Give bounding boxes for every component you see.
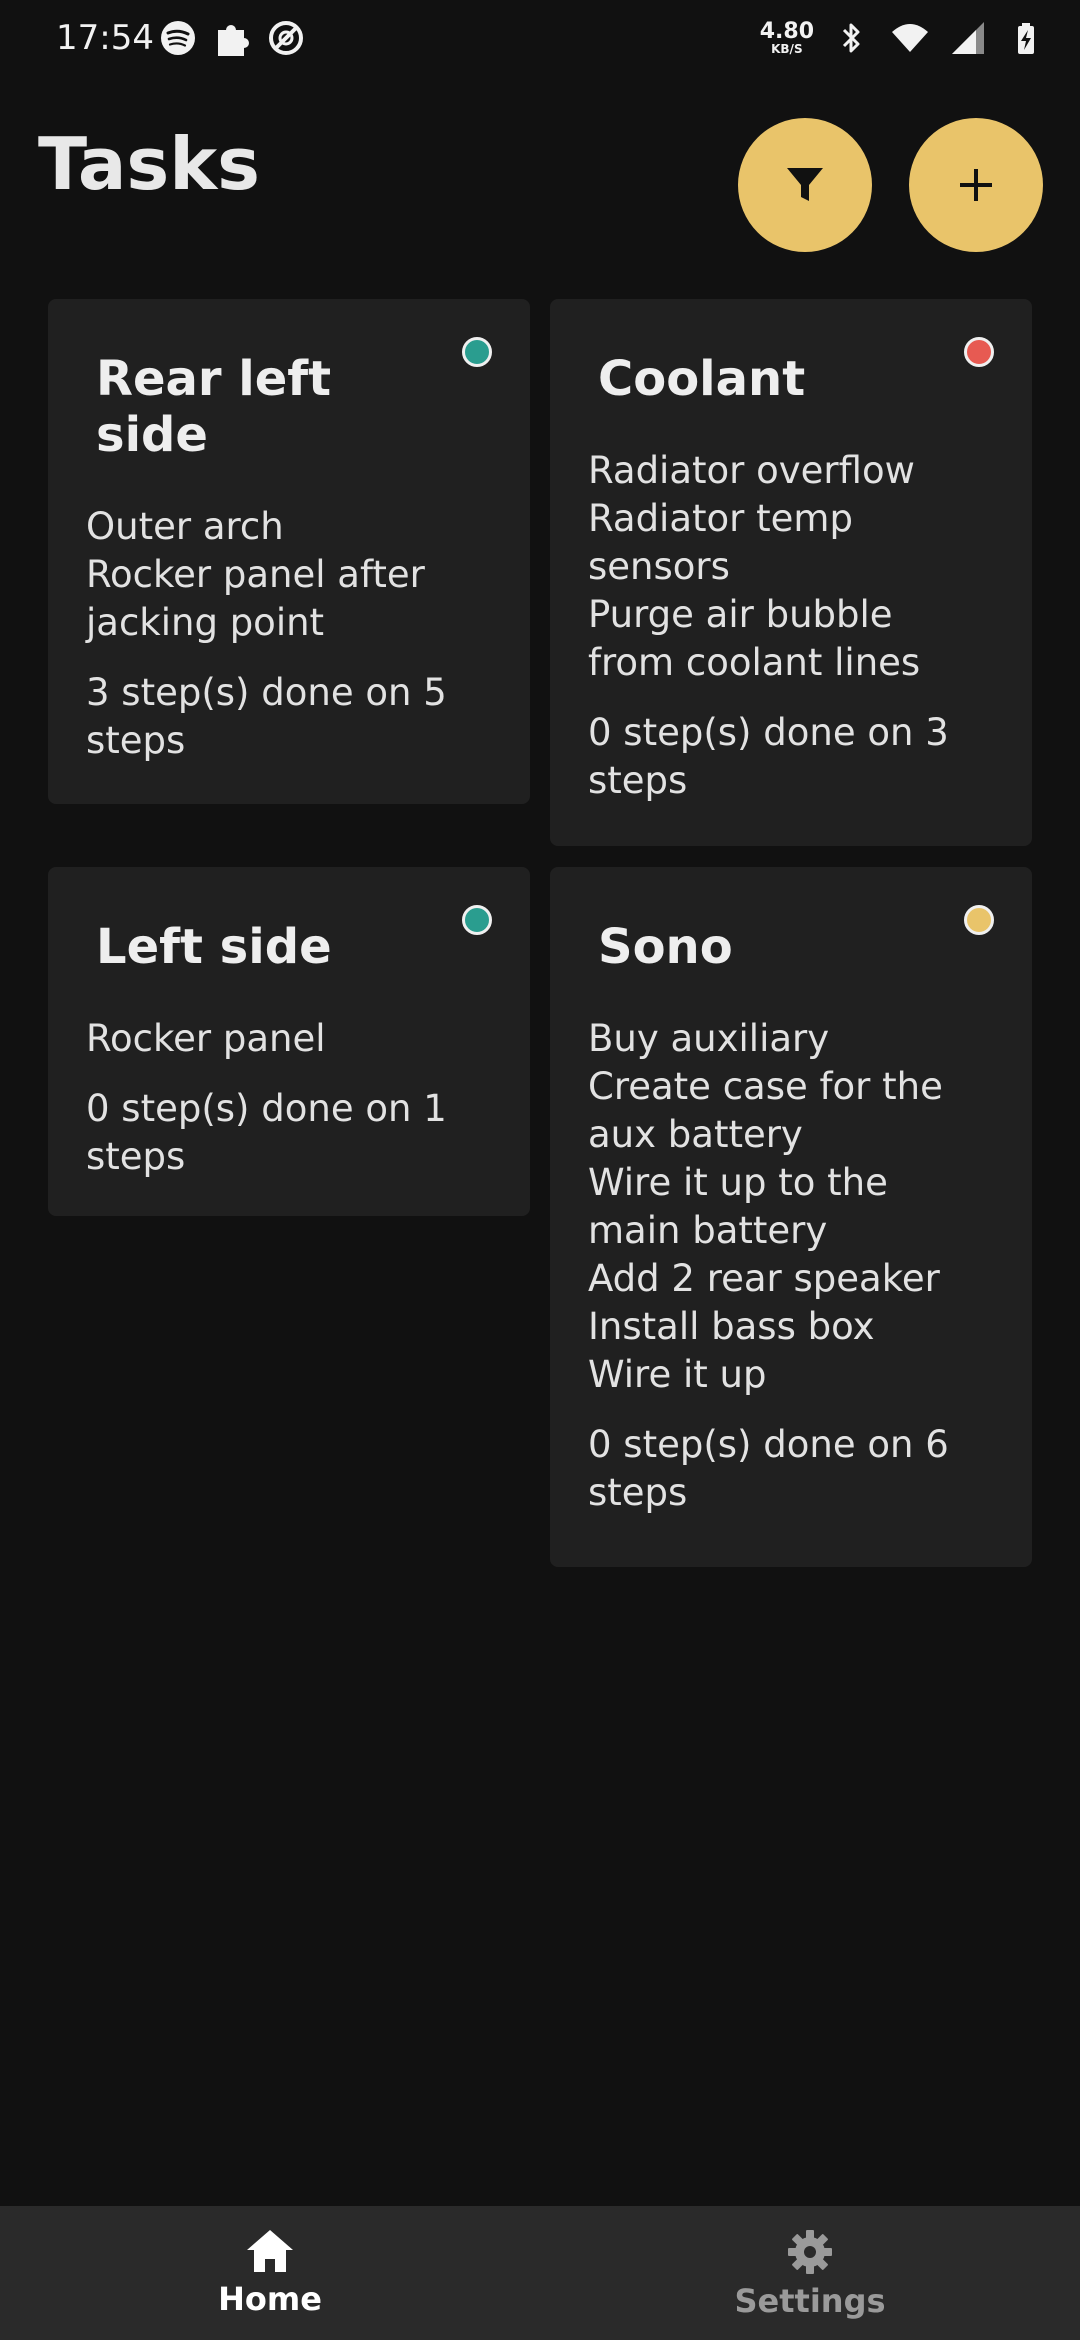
task-progress: 0 step(s) done on 1 steps [86,1087,447,1178]
task-progress: 0 step(s) done on 6 steps [588,1423,949,1514]
wifi-icon [892,24,928,52]
nav-home-label: Home [218,2280,322,2318]
task-step: Rocker panel after jacking point [86,553,425,644]
gear-icon [788,2230,832,2274]
task-step: Install bass box [588,1305,875,1348]
task-title: Rear left side [96,351,332,463]
task-title: Sono [598,919,733,975]
task-step: Add 2 rear speaker [588,1257,940,1300]
task-step: Radiator temp sensors [588,497,853,588]
task-progress: 0 step(s) done on 3 steps [588,711,949,802]
task-step: Wire it up [588,1353,767,1396]
add-task-button[interactable] [909,118,1043,252]
status-bar: 17:54 4.80 KB/S [0,0,1080,80]
task-step: Rocker panel [86,1017,326,1060]
task-steps: Outer arch Rocker panel after jacking po… [86,503,482,647]
task-status-dot [964,905,994,935]
task-status-dot [462,337,492,367]
task-step: Wire it up to the main battery [588,1161,888,1252]
task-steps: Radiator overflow Radiator temp sensors … [588,447,984,687]
task-status-dot [964,337,994,367]
bottom-navigation: Home Settings [0,2206,1080,2340]
task-steps: Buy auxiliary Create case for the aux ba… [588,1015,984,1399]
battery-charging-icon [1018,23,1034,54]
task-status-dot [462,905,492,935]
task-card[interactable]: Sono Buy auxiliary Create case for the a… [550,867,1032,1567]
task-progress: 3 step(s) done on 5 steps [86,671,447,762]
network-speed-unit: KB/S [771,42,803,56]
filter-button[interactable] [738,118,872,252]
task-title: Left side [96,919,332,975]
task-title: Coolant [598,351,806,407]
task-step: Purge air bubble from coolant lines [588,593,921,684]
nav-settings[interactable]: Settings [540,2206,1080,2340]
home-icon [247,2230,293,2272]
puzzle-icon [218,25,249,56]
task-card[interactable]: Coolant Radiator overflow Radiator temp … [550,299,1032,846]
cellular-signal-icon [952,22,984,54]
task-step: Radiator overflow [588,449,915,492]
task-step: Buy auxiliary [588,1017,830,1060]
bluetooth-icon [842,23,860,53]
spotify-icon [161,21,195,55]
task-card[interactable]: Rear left side Outer arch Rocker panel a… [48,299,530,804]
task-step: Outer arch [86,505,284,548]
plus-icon [960,169,992,201]
status-time: 17:54 [56,18,154,58]
nav-settings-label: Settings [734,2282,886,2320]
page-title: Tasks [38,122,261,206]
filter-icon [787,168,823,201]
task-card[interactable]: Left side Rocker panel 0 step(s) done on… [48,867,530,1216]
task-steps: Rocker panel [86,1015,482,1063]
network-speed-value: 4.80 [759,19,814,44]
task-step: Create case for the aux battery [588,1065,943,1156]
dnd-icon [269,21,303,55]
network-speed: 4.80 KB/S [759,19,814,56]
nav-home[interactable]: Home [0,2206,540,2340]
